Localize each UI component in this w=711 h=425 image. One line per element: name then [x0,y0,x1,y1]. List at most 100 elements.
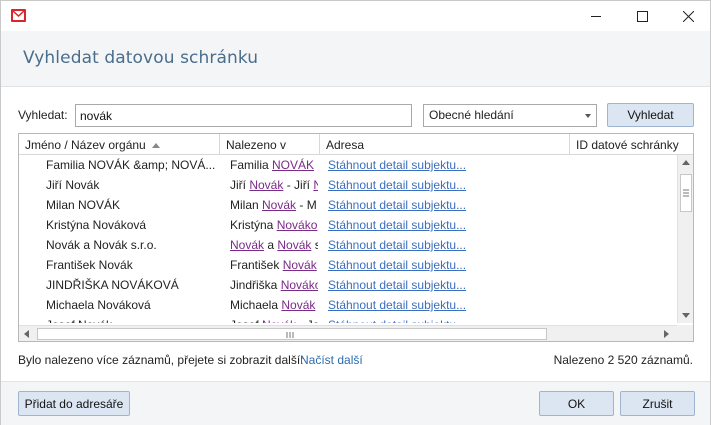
cell-found-in: Novák a Novák s [230,238,318,252]
cancel-button[interactable]: Zrušit [620,391,695,416]
grid-header: Jméno / Název orgánu Nalezeno v Adresa I… [19,134,693,155]
cell-found-in: František Novák [230,258,318,272]
scroll-right-icon[interactable] [664,330,669,338]
found-text: František [230,258,283,272]
horizontal-scrollbar[interactable] [19,325,677,341]
dialog-footer: Přidat do adresáře OK Zrušit [1,381,710,425]
download-detail-link[interactable]: Stáhnout detail subjektu... [328,298,568,312]
table-row[interactable]: JINDŘIŠKA NOVÁKOVÁ Jindřiška Nováko Stáhno… [19,275,677,295]
download-detail-link[interactable]: Stáhnout detail subjektu... [328,158,568,172]
found-highlight: Nováko [276,218,318,232]
table-row[interactable]: Kristýna Nováková Kristýna Nováko Stáhnout… [19,215,677,235]
cell-found-in: Jiří Novák - Jiří N [230,178,318,192]
cell-name: Michaela Nováková [46,298,151,312]
download-detail-link[interactable]: Stáhnout detail subjektu... [328,218,568,232]
status-row: Bylo nalezeno více záznamů, přejete si z… [1,351,710,369]
cell-name: Novák a Novák s.r.o. [46,238,157,252]
found-text: Kristýna [230,218,277,232]
found-highlight: Novák [262,198,297,212]
download-detail-link[interactable]: Stáhnout detail subjektu... [328,198,568,212]
close-button[interactable] [665,1,711,31]
search-label: Vyhledat: [18,108,68,122]
cell-name: Familia NOVÁK &amp; NOVÁ... [46,158,216,172]
found-highlight: Novák [249,178,284,192]
cell-name: František Novák [46,258,133,272]
search-input[interactable] [75,104,412,127]
scrollbar-corner [677,325,693,341]
grip-icon [683,189,689,197]
add-to-addressbook-button[interactable]: Přidat do adresáře [18,391,130,416]
grid-rows: Familia NOVÁK &amp; NOVÁ... Familia NOVÁK… [19,155,677,323]
table-row[interactable]: Novák a Novák s.r.o. Novák a Novák s Stáhn… [19,235,677,255]
found-text: Jiří [230,178,250,192]
maximize-button[interactable] [619,1,665,31]
found-text: Milan [230,198,263,212]
table-row[interactable]: Familia NOVÁK &amp; NOVÁ... Familia NOVÁK… [19,155,677,175]
more-records-text: Bylo nalezeno více záznamů, přejete si z… [18,353,304,367]
cell-name: Josef Novák [46,318,216,323]
table-row[interactable]: Milan NOVÁK Milan Novák - M Stáhnout detai… [19,195,677,215]
cell-found-in: Jindřiška Nováko [230,278,318,292]
search-mode-select[interactable]: Obecné hledání [423,104,597,127]
results-count: Nalezeno 2 520 záznamů. [553,353,693,367]
dialog-title: Vyhledat datovou schránku [23,48,259,68]
found-text: - Jos [296,318,318,323]
cell-name: Jiří Novák [46,178,100,192]
found-text: a [264,238,278,252]
sort-ascending-icon [151,143,160,148]
mail-envelope-icon [11,9,26,22]
search-mode-value: Obecné hledání [429,108,514,122]
grip-icon [286,332,294,338]
found-text: Josef [230,318,262,323]
found-highlight: Novák [281,298,316,312]
found-text: s [311,238,318,252]
found-text: - Jiří [283,178,314,192]
cell-name: JINDŘIŠKA NOVÁKOVÁ [46,278,179,292]
download-detail-link[interactable]: Stáhnout detail subjektu... [328,278,568,292]
download-detail-link[interactable]: Stáhnout detail subjektu... [328,318,568,323]
ok-button[interactable]: OK [539,391,614,416]
table-row[interactable]: Josef Novák Josef Novák - Jos Stáhnout det… [19,315,677,323]
column-header-address[interactable]: Adresa [320,134,570,155]
download-detail-link[interactable]: Stáhnout detail subjektu... [328,178,568,192]
found-highlight: Novák [262,318,296,323]
column-header-name[interactable]: Jméno / Název orgánu [19,134,220,155]
column-header-found-in[interactable]: Nalezeno v [220,134,320,155]
download-detail-link[interactable]: Stáhnout detail subjektu... [328,238,568,252]
search-button[interactable]: Vyhledat [607,103,694,127]
cell-found-in: Michaela Novák [230,298,318,312]
table-row[interactable]: Michaela Nováková Michaela Novák Stáhnout … [19,295,677,315]
close-icon [682,10,694,22]
found-text: Jindřiška [230,278,281,292]
title-bar [1,1,710,31]
vertical-scrollbar[interactable] [677,155,693,323]
download-detail-link[interactable]: Stáhnout detail subjektu... [328,258,568,272]
minimize-icon [590,15,601,17]
dialog-window: Vyhledat datovou schránku Vyhledat: Obec… [0,0,711,425]
found-highlight: N [313,178,318,192]
horizontal-scroll-thumb[interactable] [37,328,547,340]
load-more-link[interactable]: Načíst další [300,353,363,367]
table-row[interactable]: František Novák František Novák Stáhnout d… [19,255,677,275]
found-highlight: Novák [282,258,317,272]
cell-name: Kristýna Nováková [46,218,147,232]
maximize-icon [636,10,648,22]
found-highlight: Novák [230,238,265,252]
scroll-left-icon[interactable] [24,330,29,338]
found-highlight: Novák [277,238,312,252]
scroll-down-icon[interactable] [682,313,690,318]
cell-found-in: Familia NOVÁK [230,158,318,172]
cell-found-in: Milan Novák - M [230,198,318,212]
vertical-scroll-thumb[interactable] [680,174,692,212]
minimize-button[interactable] [573,1,619,31]
scroll-up-icon[interactable] [682,160,690,165]
column-header-databox-id[interactable]: ID datové schránky [570,134,693,155]
found-text: Familia [230,158,273,172]
dialog-header: Vyhledat datovou schránku [1,31,710,87]
chevron-down-icon [585,114,591,118]
table-row[interactable]: Jiří NovákJiří Novák - Jiří NStáhnout de… [19,175,677,195]
found-text: Michaela [230,298,282,312]
search-row: Vyhledat: Obecné hledání Vyhledat [1,101,710,131]
results-grid: Jméno / Název orgánu Nalezeno v Adresa I… [18,133,694,342]
cell-name: Milan NOVÁK [46,198,121,212]
